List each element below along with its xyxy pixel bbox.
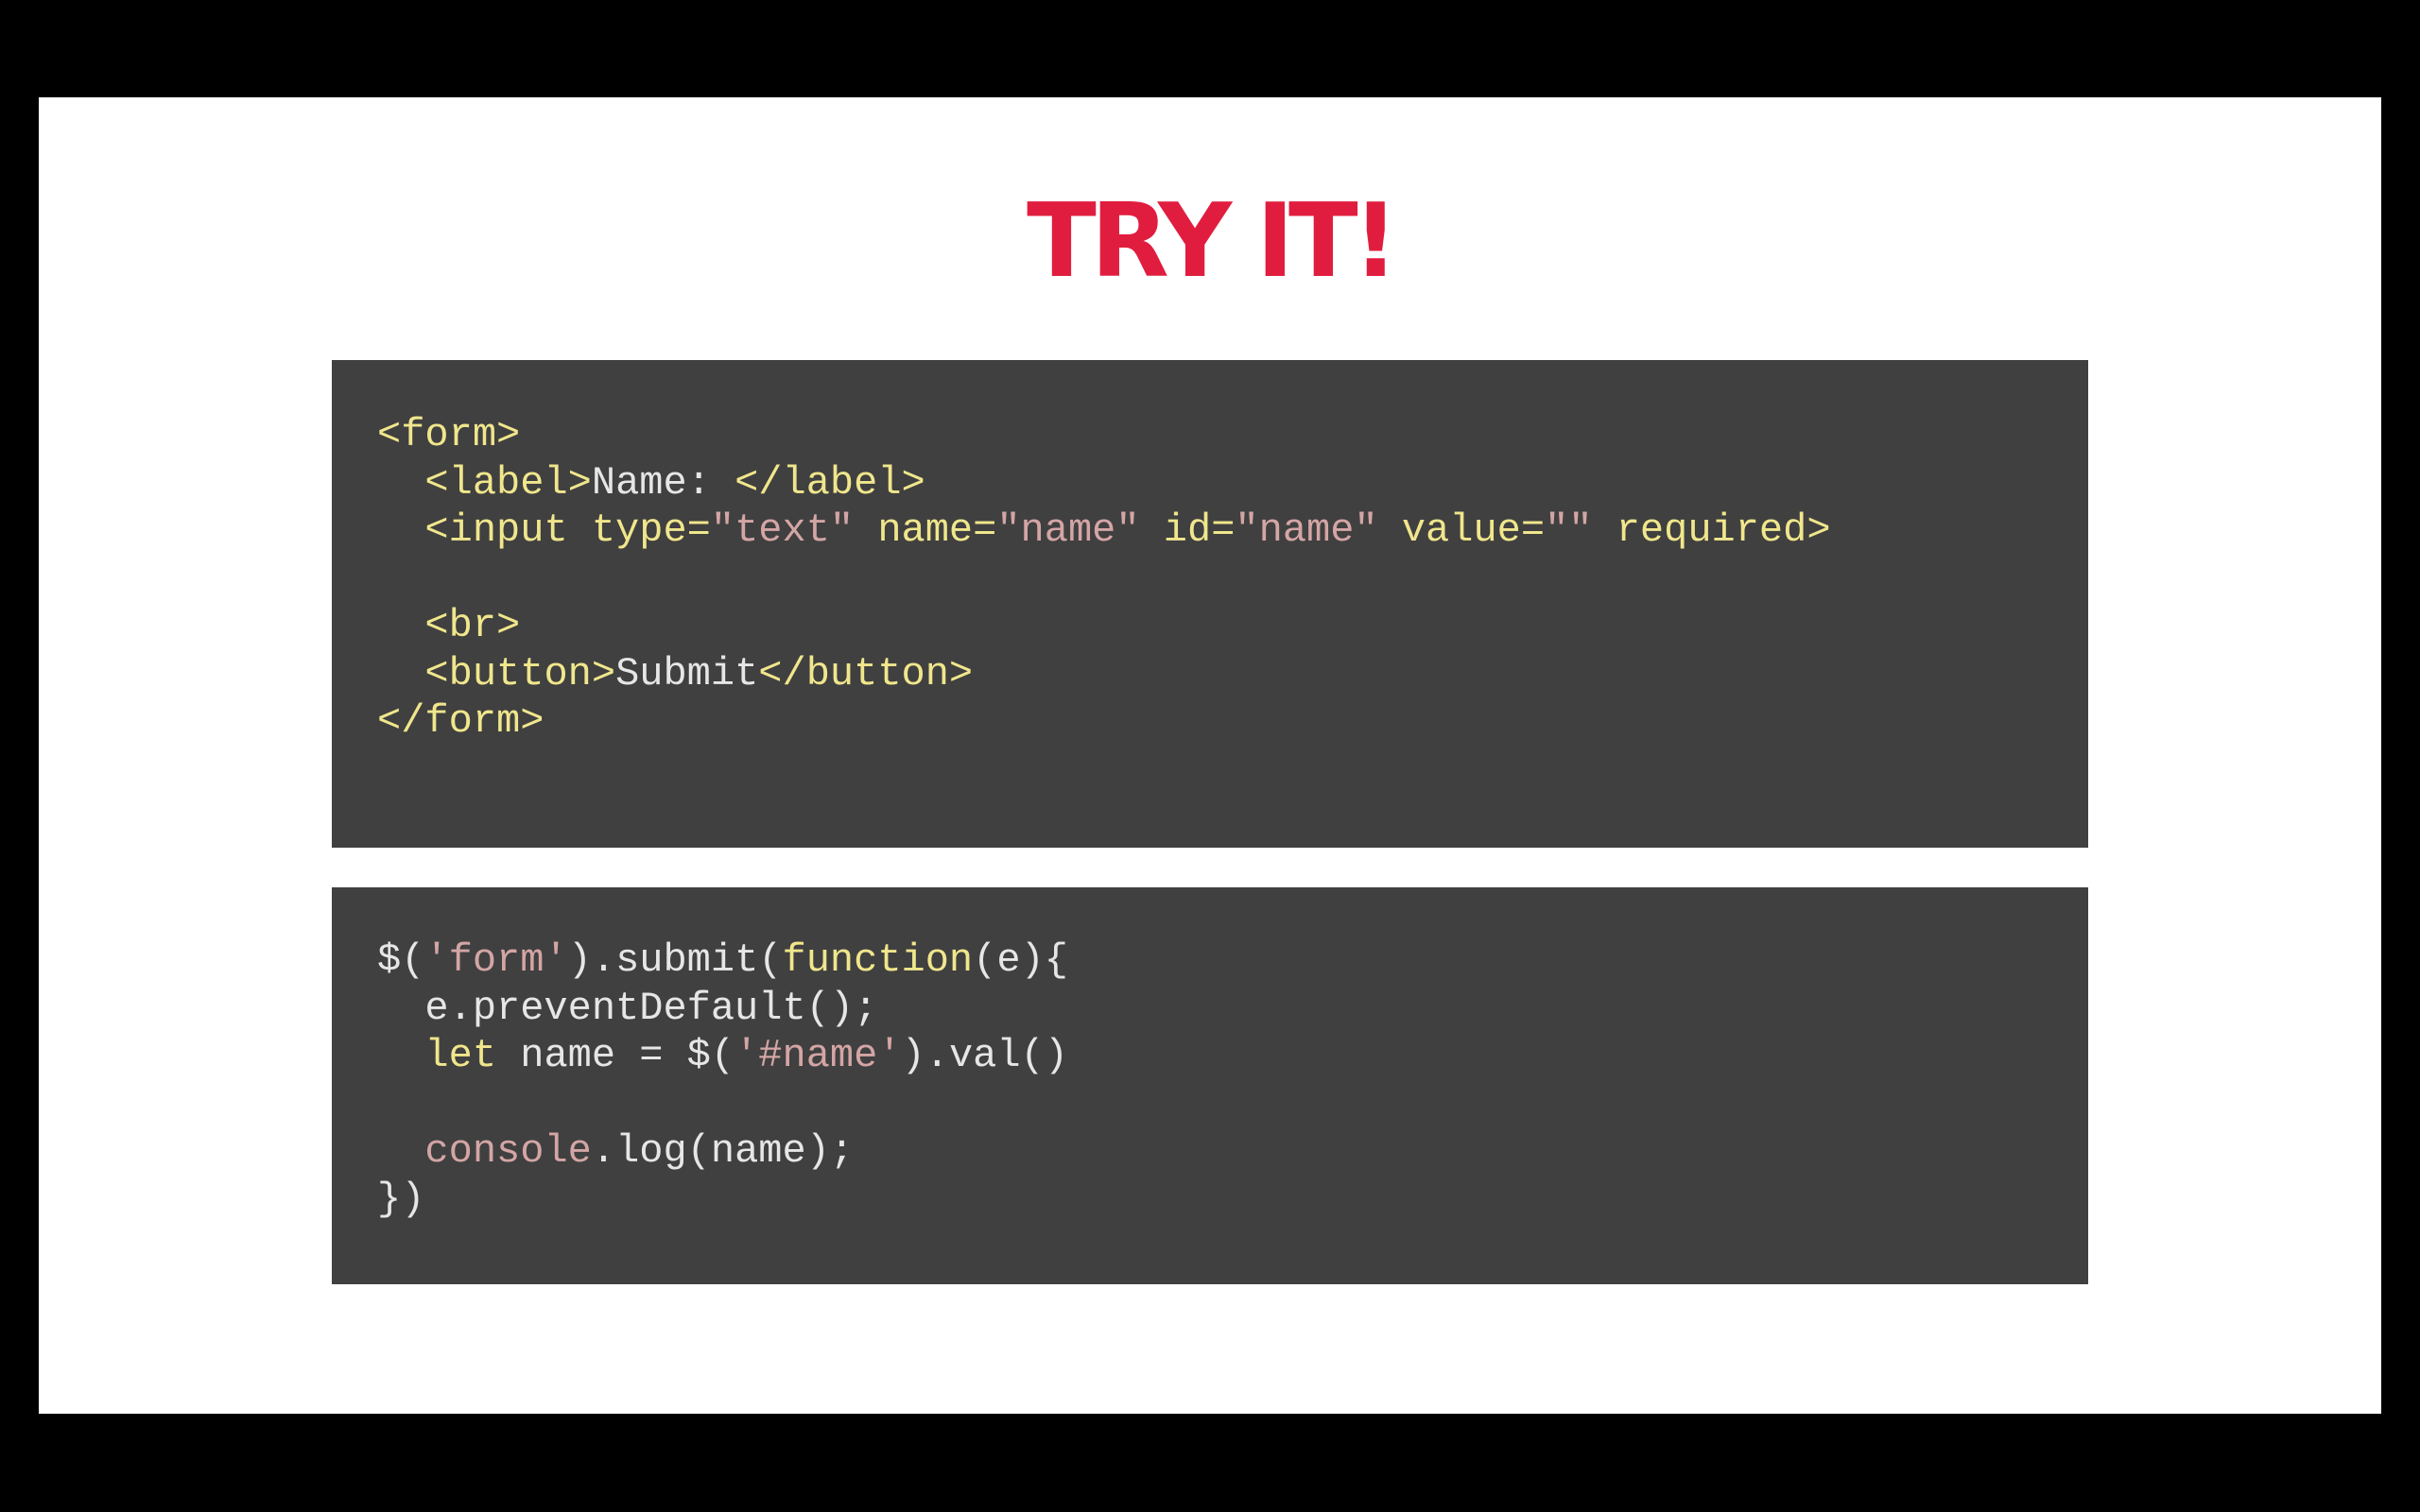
code-token: </label> <box>735 459 925 506</box>
code-token: <br> <box>424 603 521 648</box>
code-token: $( <box>377 937 425 983</box>
code-line: <form> <box>377 411 2088 459</box>
code-token: ).submit( <box>567 937 783 983</box>
code-token: function <box>782 937 974 983</box>
code-line: let name = $('#name').val() <box>377 1032 2088 1080</box>
code-token: (e){ <box>973 937 1068 983</box>
code-token: "text" <box>710 507 855 553</box>
code-token: let <box>424 1033 497 1078</box>
code-line: }) <box>377 1176 2088 1224</box>
code-token: Name: <box>591 459 735 506</box>
code-line: <label>Name: </label> <box>377 459 2088 507</box>
code-token: e.preventDefault(); <box>377 985 878 1031</box>
code-token: </button> <box>758 650 974 696</box>
code-line: <input type="text" name="name" id="name"… <box>377 507 2088 555</box>
code-line: <br> <box>377 602 2088 650</box>
code-token: name= <box>854 507 997 553</box>
code-token: '#name' <box>735 1033 902 1078</box>
code-token: value= <box>1377 507 1546 553</box>
code-token: name = $( <box>496 1033 735 1078</box>
slide: TRY IT! <form> <label>Name: </label> <in… <box>39 97 2381 1414</box>
code-token: Submit <box>615 650 759 696</box>
code-token: console <box>424 1128 592 1174</box>
slide-title: TRY IT! <box>1027 182 1399 301</box>
code-line: </form> <box>377 697 2088 746</box>
code-token: .log(name); <box>591 1128 855 1174</box>
code-line: $('form').submit(function(e){ <box>377 936 2088 985</box>
code-token: <label> <box>424 459 592 506</box>
code-token: "name" <box>1235 507 1378 553</box>
code-token: "" <box>1545 507 1593 553</box>
html-code-block: <form> <label>Name: </label> <input type… <box>332 360 2088 848</box>
code-token: "name" <box>996 507 1140 553</box>
code-line: e.preventDefault(); <box>377 985 2088 1033</box>
code-line: <button>Submit</button> <box>377 650 2088 698</box>
code-token: <input type= <box>424 507 711 553</box>
code-token: 'form' <box>424 937 568 983</box>
code-token: required> <box>1592 507 1831 553</box>
code-token: </form> <box>377 698 544 744</box>
code-line: console.log(name); <box>377 1127 2088 1176</box>
code-token: }) <box>377 1176 425 1222</box>
code-token: ).val() <box>901 1033 1068 1078</box>
js-code-block: $('form').submit(function(e){ e.preventD… <box>332 887 2088 1284</box>
code-token: <button> <box>424 650 616 696</box>
code-token: <form> <box>377 412 521 457</box>
code-token: id= <box>1139 507 1236 553</box>
